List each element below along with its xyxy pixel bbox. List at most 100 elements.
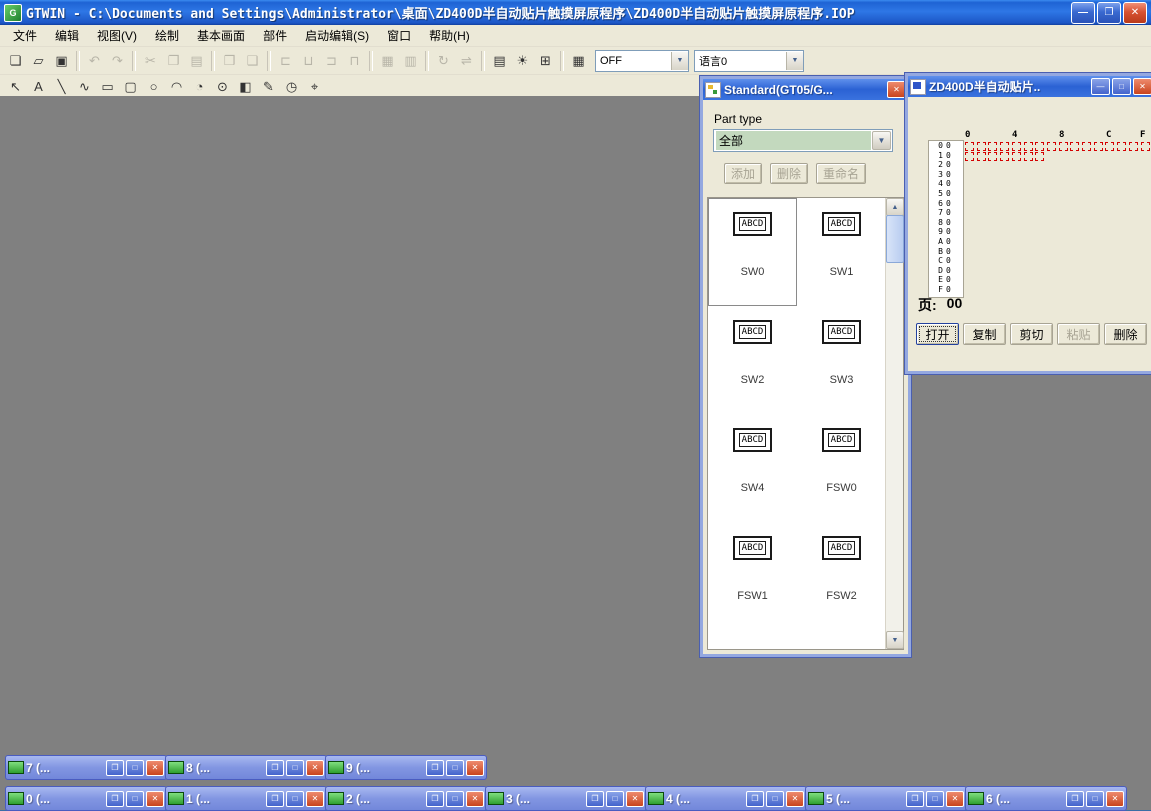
close-button[interactable]: ✕ <box>306 760 324 776</box>
restore-button[interactable]: ❐ <box>1097 2 1121 24</box>
close-button[interactable]: ✕ <box>1123 2 1147 24</box>
align-right-button[interactable]: ⊐ <box>320 50 343 72</box>
menu-file[interactable]: 文件 <box>4 25 46 46</box>
text-tool-button[interactable]: A <box>27 76 50 98</box>
align-top-button[interactable]: ⊓ <box>343 50 366 72</box>
screen-marker[interactable] <box>988 152 997 161</box>
restore-button[interactable]: ❐ <box>266 760 284 776</box>
redo-button[interactable]: ↷ <box>106 50 129 72</box>
chevron-down-icon[interactable]: ▼ <box>786 52 803 70</box>
open-button[interactable]: ▱ <box>27 50 50 72</box>
off-mode-combobox[interactable]: OFF▼ <box>595 50 689 72</box>
restore-button[interactable]: ❐ <box>586 791 604 807</box>
screen-marker[interactable] <box>1129 142 1138 151</box>
polyline-tool-button[interactable]: ∿ <box>73 76 96 98</box>
copy-screen-button[interactable]: 复制 <box>963 323 1006 345</box>
parts-window-close-button[interactable]: ✕ <box>887 81 906 98</box>
minimized-screen-7[interactable]: 7 (...❐□✕ <box>5 755 167 780</box>
part-item-sw2[interactable]: ABCDSW2 <box>708 306 797 414</box>
scrollbar-thumb[interactable] <box>886 215 904 263</box>
screen-marker[interactable] <box>1024 142 1033 151</box>
screen-marker[interactable] <box>1105 142 1114 151</box>
parts-scrollbar[interactable]: ▲ ▼ <box>885 198 903 649</box>
scroll-down-icon[interactable]: ▼ <box>886 631 904 649</box>
delete-screen-button[interactable]: 删除 <box>1104 323 1147 345</box>
minimized-screen-4[interactable]: 4 (...❐□✕ <box>645 786 807 811</box>
paste-button[interactable]: ▤ <box>185 50 208 72</box>
part-item-fsw1[interactable]: ABCDFSW1 <box>708 522 797 630</box>
part-type-combobox[interactable]: 全部 ▼ <box>713 129 893 152</box>
fill-tool-button[interactable]: ◧ <box>234 76 257 98</box>
close-button[interactable]: ✕ <box>1106 791 1124 807</box>
screen-marker[interactable] <box>1082 142 1091 151</box>
minimized-screen-5[interactable]: 5 (...❐□✕ <box>805 786 967 811</box>
part-item-sw0[interactable]: ABCDSW0 <box>708 198 797 306</box>
menu-draw[interactable]: 绘制 <box>146 25 188 46</box>
rename-part-button[interactable]: 重命名 <box>816 163 866 184</box>
restore-button[interactable]: ❐ <box>426 760 444 776</box>
close-button[interactable]: ✕ <box>466 760 484 776</box>
screen-marker[interactable] <box>1024 152 1033 161</box>
flip-button[interactable]: ⇌ <box>455 50 478 72</box>
screen-marker[interactable] <box>965 152 974 161</box>
new-button[interactable]: ❏ <box>4 50 27 72</box>
arc-tool-button[interactable]: ◠ <box>165 76 188 98</box>
minimize-button[interactable]: — <box>1071 2 1095 24</box>
part-item-sw4[interactable]: ABCDSW4 <box>708 414 797 522</box>
restore-button[interactable]: ❐ <box>266 791 284 807</box>
screen-marker[interactable] <box>1035 142 1044 151</box>
menu-start-editor[interactable]: 启动编辑(S) <box>296 25 378 46</box>
brightness-button[interactable]: ☀ <box>511 50 534 72</box>
screen-marker[interactable] <box>1094 142 1103 151</box>
screens-window-minimize-button[interactable]: — <box>1091 78 1110 95</box>
menu-edit[interactable]: 编辑 <box>46 25 88 46</box>
restore-button[interactable]: ❐ <box>746 791 764 807</box>
menu-view[interactable]: 视图(V) <box>88 25 146 46</box>
screen-marker[interactable] <box>988 142 997 151</box>
restore-button[interactable]: ❐ <box>426 791 444 807</box>
open-screen-button[interactable]: 打开 <box>916 323 959 345</box>
close-button[interactable]: ✕ <box>786 791 804 807</box>
ellipse-tool-button[interactable]: ⊙ <box>211 76 234 98</box>
screen-marker[interactable] <box>977 152 986 161</box>
close-button[interactable]: ✕ <box>466 791 484 807</box>
minimized-screen-9[interactable]: 9 (...❐□✕ <box>325 755 487 780</box>
close-button[interactable]: ✕ <box>146 791 164 807</box>
rounded-rect-tool-button[interactable]: ▢ <box>119 76 142 98</box>
send-to-back-button[interactable]: ❑ <box>241 50 264 72</box>
restore-button[interactable]: ❐ <box>106 791 124 807</box>
screen-marker[interactable] <box>1000 142 1009 151</box>
screens-window-maximize-button[interactable]: □ <box>1112 78 1131 95</box>
screen-marker[interactable] <box>1141 142 1150 151</box>
close-button[interactable]: ✕ <box>946 791 964 807</box>
screen-marker[interactable] <box>1000 152 1009 161</box>
restore-button[interactable]: ❐ <box>906 791 924 807</box>
screens-window-close-button[interactable]: ✕ <box>1133 78 1151 95</box>
maximize-button[interactable]: □ <box>286 791 304 807</box>
chevron-down-icon[interactable]: ▼ <box>671 52 688 70</box>
align-center-button[interactable]: ⊔ <box>297 50 320 72</box>
menu-help[interactable]: 帮助(H) <box>420 25 479 46</box>
close-button[interactable]: ✕ <box>306 791 324 807</box>
language-combobox[interactable]: 语言0▼ <box>694 50 804 72</box>
ungroup-button[interactable]: ▥ <box>399 50 422 72</box>
screen-marker[interactable] <box>1059 142 1068 151</box>
screen-marker[interactable] <box>977 142 986 151</box>
minimized-screen-0[interactable]: 0 (...❐□✕ <box>5 786 167 811</box>
maximize-button[interactable]: □ <box>286 760 304 776</box>
maximize-button[interactable]: □ <box>606 791 624 807</box>
circle-tool-button[interactable]: ○ <box>142 76 165 98</box>
scroll-up-icon[interactable]: ▲ <box>886 198 904 216</box>
screen-marker[interactable] <box>1035 152 1044 161</box>
paste-screen-button[interactable]: 粘贴 <box>1057 323 1100 345</box>
print-button[interactable]: ▤ <box>488 50 511 72</box>
delete-part-button[interactable]: 删除 <box>770 163 808 184</box>
screen-marker[interactable] <box>1047 142 1056 151</box>
grid-button[interactable]: ⊞ <box>534 50 557 72</box>
maximize-button[interactable]: □ <box>446 760 464 776</box>
add-part-button[interactable]: 添加 <box>724 163 762 184</box>
menu-window[interactable]: 窗口 <box>378 25 420 46</box>
part-item-fsw0[interactable]: ABCDFSW0 <box>797 414 886 522</box>
minimized-screen-1[interactable]: 1 (...❐□✕ <box>165 786 327 811</box>
group-button[interactable]: ▦ <box>376 50 399 72</box>
